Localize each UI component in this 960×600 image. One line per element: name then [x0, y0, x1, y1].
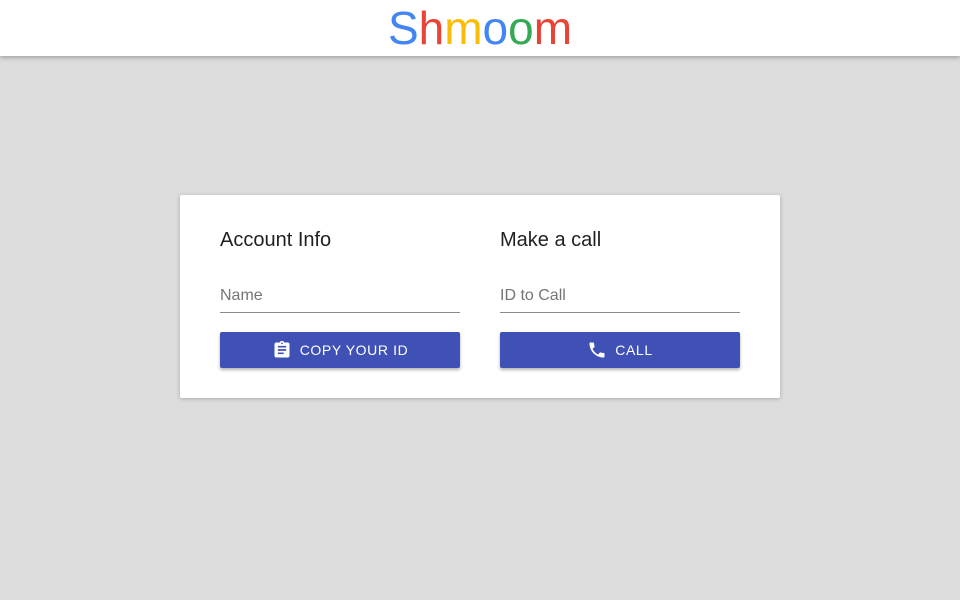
logo-letter: o — [482, 2, 509, 54]
id-to-call-field — [500, 279, 740, 313]
logo-letter: o — [508, 2, 534, 54]
make-call-title: Make a call — [500, 229, 602, 251]
logo-letter: h — [418, 2, 445, 54]
name-input[interactable] — [220, 285, 460, 307]
name-field — [220, 279, 460, 313]
app-logo: Shmoom — [388, 0, 572, 56]
id-to-call-input[interactable] — [500, 285, 740, 307]
account-info-title: Account Info — [220, 229, 332, 251]
main-card: Account Info COPY YOUR ID Make a call CA… — [180, 195, 780, 398]
logo-letter: S — [387, 2, 419, 54]
logo-letter: m — [444, 2, 483, 54]
clipboard-icon — [272, 340, 292, 360]
copy-id-label: COPY YOUR ID — [299, 342, 409, 358]
app-bar: Shmoom — [0, 0, 960, 56]
call-button[interactable]: CALL — [500, 332, 740, 368]
copy-id-button[interactable]: COPY YOUR ID — [220, 332, 460, 368]
logo-letter: m — [533, 2, 573, 54]
phone-icon — [587, 340, 607, 360]
call-label: CALL — [615, 342, 653, 358]
